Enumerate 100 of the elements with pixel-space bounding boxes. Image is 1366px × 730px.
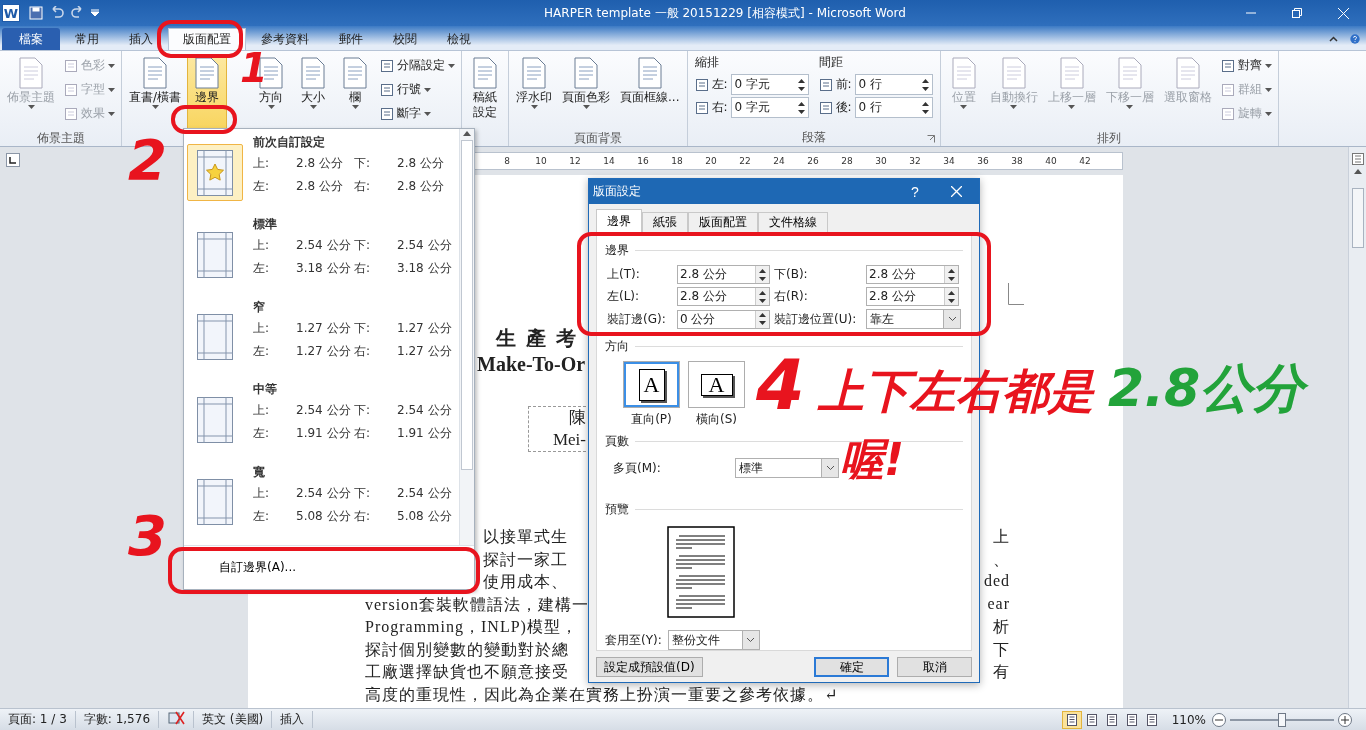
margin-value: 3.18 公分 xyxy=(397,260,453,278)
spin-field[interactable]: 0 行 xyxy=(854,97,933,118)
status-text[interactable]: 字數: 1,576 xyxy=(75,711,160,728)
ribbon-tab[interactable]: 郵件 xyxy=(324,28,378,50)
ruler-number: 20 xyxy=(704,156,718,166)
dialog-tab[interactable]: 邊界 xyxy=(596,209,642,232)
dialog-tab[interactable]: 紙張 xyxy=(642,212,688,232)
ribbon-button[interactable]: 大小 xyxy=(293,54,334,130)
document-icon xyxy=(341,57,370,89)
margin-label: 上: xyxy=(253,237,271,255)
document-title: 生產考 xyxy=(496,326,586,351)
ribbon-button[interactable]: 頁面色彩 xyxy=(558,54,615,130)
ribbon-tab[interactable]: 檢視 xyxy=(432,28,486,50)
ribbon-button[interactable]: 行號 xyxy=(377,78,459,101)
field-label: 右(R): xyxy=(774,288,809,305)
ribbon-tab[interactable]: 校閱 xyxy=(378,28,432,50)
spin-arrows-icon xyxy=(921,101,929,114)
menu-scrollbar[interactable] xyxy=(459,129,474,545)
margin-label: 左: xyxy=(253,260,271,278)
spin-field[interactable]: 2.8 公分 xyxy=(677,287,770,306)
status-text[interactable]: 插入 xyxy=(272,711,314,728)
spin-arrows-icon xyxy=(759,313,766,325)
body-text: version套裝軟體語法，建構一 xyxy=(365,594,590,615)
caret-icon xyxy=(582,105,590,109)
dialog-tab[interactable]: 版面配置 xyxy=(688,212,758,232)
page-margins-icon xyxy=(197,231,233,278)
ribbon-tab[interactable]: 版面配置 xyxy=(168,28,246,50)
vertical-scrollbar[interactable] xyxy=(1348,147,1366,708)
zoom-level[interactable]: 110% xyxy=(1161,712,1212,727)
group-label: 佈景主題 xyxy=(36,130,85,147)
zoom-in-button[interactable] xyxy=(1338,712,1352,727)
ribbon-button[interactable]: 頁面框線... xyxy=(616,54,684,130)
field-label: 前: xyxy=(835,76,852,93)
orientation-button[interactable]: A xyxy=(623,361,680,408)
margin-value: 2.8 公分 xyxy=(397,155,445,172)
preset-name: 前次自訂設定 xyxy=(253,134,326,151)
ribbon-tab[interactable]: 參考資料 xyxy=(246,28,324,50)
spin-field[interactable]: 0 字元 xyxy=(730,74,809,95)
dialog-tab[interactable]: 文件格線 xyxy=(758,212,828,232)
help-button[interactable]: ? xyxy=(897,179,933,204)
scroll-thumb[interactable] xyxy=(1351,188,1364,248)
dropdown-field[interactable]: 靠左 xyxy=(866,309,961,329)
section-heading: 邊界 xyxy=(605,241,629,259)
view-button[interactable] xyxy=(1061,710,1082,729)
margin-label: 左: xyxy=(253,507,271,525)
margin-value: 1.27 公分 xyxy=(397,319,453,337)
body-text: ear xyxy=(987,594,1010,614)
margin-preset-item[interactable]: 前次自訂設定 上: 2.8 公分 下: 2.8 公分 左: 2.8 公分 右: 2.8 公分 xyxy=(187,133,459,216)
ribbon-tab[interactable]: 常用 xyxy=(60,28,114,50)
ribbon-button[interactable]: 直書/橫書 xyxy=(125,54,186,130)
ruler-number: 18 xyxy=(670,156,684,166)
ribbon-button[interactable]: 分隔設定 xyxy=(377,54,459,77)
status-text[interactable]: 英文 (美國) xyxy=(194,711,273,728)
margin-preset-item[interactable]: 標準 上: 2.54 公分 下: 2.54 公分 左: 3.18 公分 右: 3.18 公分 xyxy=(187,215,459,298)
tab-selector-button[interactable] xyxy=(5,153,20,167)
ribbon-tab[interactable]: 檔案 xyxy=(2,28,60,50)
ribbon-button[interactable]: 斷字 xyxy=(377,102,459,125)
spin-arrows-icon xyxy=(797,78,805,91)
margin-preset-item[interactable]: 窄 上: 1.27 公分 下: 1.27 公分 左: 1.27 公分 右: 1.27 公分 xyxy=(187,297,459,381)
chevron-down-icon xyxy=(746,637,756,643)
margin-label: 上: xyxy=(253,155,271,172)
dropdown-field[interactable]: 標準 xyxy=(735,458,839,478)
ribbon-tab[interactable]: 插入 xyxy=(114,28,168,50)
ruler-number: 28 xyxy=(840,156,854,166)
margin-preset-item[interactable]: 寬 上: 2.54 公分 下: 2.54 公分 左: 5.08 公分 右: 5.08 公分 xyxy=(187,462,459,546)
ruler-number: 26 xyxy=(806,156,820,166)
window-title: HARPER template 一般 20151229 [相容模式] - Microsoft Word xyxy=(543,4,907,22)
spin-field[interactable]: 0 公分 xyxy=(677,309,770,329)
caret-icon xyxy=(91,9,99,17)
dropdown-field[interactable]: 整份文件 xyxy=(667,630,760,650)
zoom-out-button[interactable] xyxy=(1212,712,1226,727)
ribbon-button[interactable]: 稿紙 設定 xyxy=(465,54,506,130)
caret-icon xyxy=(1264,111,1272,116)
spin-field[interactable]: 2.8 公分 xyxy=(866,265,959,284)
preset-name: 窄 xyxy=(253,298,266,316)
spin-field[interactable]: 0 行 xyxy=(854,74,933,95)
page-icon xyxy=(1145,713,1158,726)
dialog-button[interactable]: 確定 xyxy=(814,657,889,677)
page-icon xyxy=(1065,713,1078,726)
ribbon-button[interactable]: 浮水印 xyxy=(512,54,557,130)
zoom-slider-thumb[interactable] xyxy=(1278,712,1286,727)
ribbon-button[interactable]: 對齊 xyxy=(1217,54,1275,77)
margin-preset-item[interactable]: 中等 上: 2.54 公分 下: 2.54 公分 左: 1.91 公分 右: 1.91 公分 xyxy=(187,380,459,463)
page-icon xyxy=(380,58,395,73)
spin-field[interactable]: 2.8 公分 xyxy=(677,265,770,284)
margin-label: 左: xyxy=(253,178,271,195)
dialog-button[interactable]: 設定成預設值(D) xyxy=(596,657,703,677)
ribbon-button[interactable]: 欄 xyxy=(335,54,376,130)
orientation-button[interactable]: A xyxy=(688,361,745,408)
scroll-thumb[interactable] xyxy=(461,140,473,470)
status-text[interactable]: 頁面: 1 / 3 xyxy=(0,711,76,728)
margin-value: 2.8 公分 xyxy=(397,178,445,195)
spin-field[interactable]: 0 字元 xyxy=(730,97,809,118)
ruler-number: 14 xyxy=(602,156,616,166)
margin-label: 右: xyxy=(354,260,372,278)
spin-field[interactable]: 2.8 公分 xyxy=(866,287,959,306)
ruler-number: 42 xyxy=(1078,156,1092,166)
margin-value: 5.08 公分 xyxy=(296,507,352,525)
help-icon xyxy=(1350,31,1360,47)
dialog-button[interactable]: 取消 xyxy=(897,657,972,677)
